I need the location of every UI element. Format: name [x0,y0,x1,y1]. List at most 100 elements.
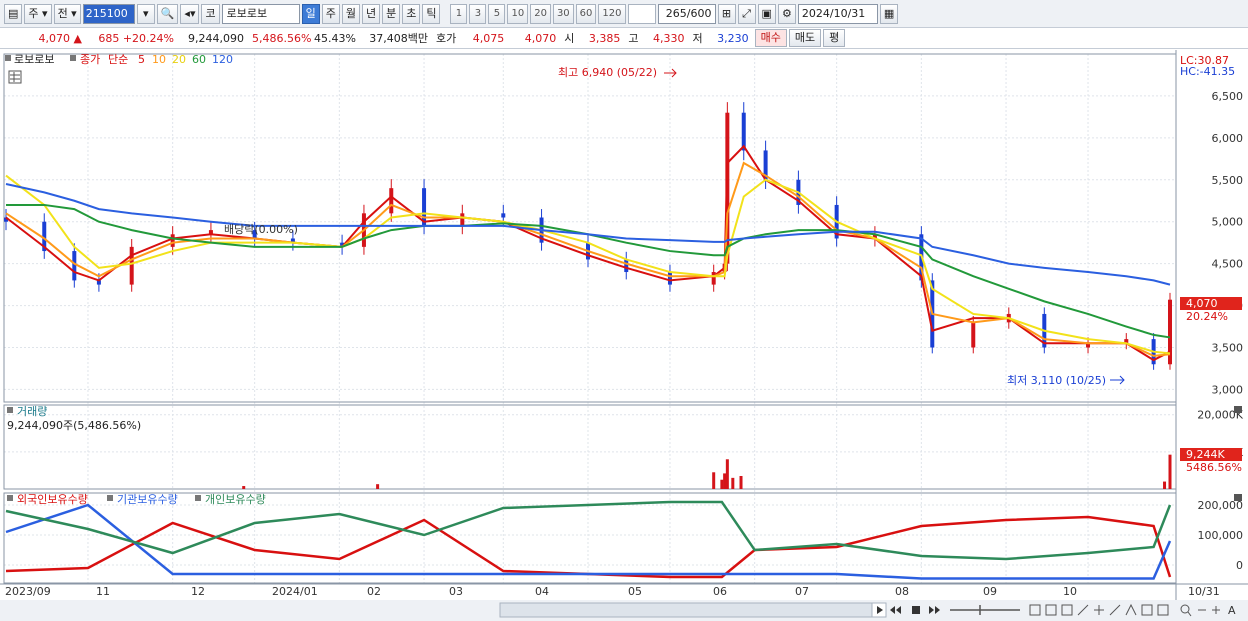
stock-chart[interactable]: 3,0003,5004,0004,5005,0005,5006,0006,500… [0,50,1248,621]
date-label-02: 02 [367,585,381,598]
volume-bar [725,459,729,489]
data-count-field[interactable]: 265/600 [657,3,716,24]
candle-body [741,112,746,151]
stock-name-field[interactable]: 로보로보 [221,3,300,24]
low-label: 저 [692,32,703,45]
price-tick-label: 5,000 [1212,216,1244,229]
period-day[interactable]: 일 [301,3,320,24]
interval-120[interactable]: 120 [598,3,626,24]
open-label: 시 [564,32,575,45]
interval-dropdown[interactable] [627,3,656,24]
interval-5[interactable]: 5 [488,3,506,24]
date-label-04: 04 [535,585,549,598]
market-code-label[interactable]: 코 [201,3,220,24]
save-icon[interactable]: ▣ [757,3,776,24]
candle-body [72,251,77,281]
hc-value: HC:-41.35 [1180,65,1235,78]
volume-bar [739,476,743,489]
holding-tick-label: 0 [1236,559,1243,572]
price-tick-label: 5,500 [1212,174,1244,187]
market-select[interactable]: 주 ▾ [24,3,52,24]
volume-tag-text: 9,244K [1186,448,1225,461]
volume-legend-marker [7,407,13,413]
change-pct: +20.24% [122,31,174,45]
holding-legend-marker-1 [7,495,13,501]
interval-30[interactable]: 30 [552,3,574,24]
layout-icon[interactable]: ▤ [4,3,23,24]
holding-legend-marker-2 [107,495,113,501]
price-tick-label: 6,000 [1212,132,1244,145]
interval-20[interactable]: 20 [530,3,551,24]
candle-body [460,213,465,226]
low-price: 3,230 [717,31,749,45]
period-week[interactable]: 주 [321,3,340,24]
change-value: 685 [98,31,120,45]
candle-body [170,234,175,247]
legend-stock-name: 로보로보 [14,53,54,66]
period-tick[interactable]: 틱 [422,3,441,24]
volume-bar [242,486,246,489]
period-second[interactable]: 초 [402,3,421,24]
interval-3[interactable]: 3 [469,3,487,24]
holding-legend-marker-3 [195,495,201,501]
date-label-2023-09: 2023/09 [5,585,51,598]
high-annotation: 최고 6,940 (05/22) [558,66,657,79]
date-label-2024-01: 2024/01 [272,585,318,598]
date-label-07: 07 [795,585,809,598]
high-price: 4,330 [653,31,685,45]
period-month[interactable]: 월 [341,3,360,24]
legend-individual: 개인보유수량 [205,493,266,506]
prev-select[interactable]: 전 ▾ [53,3,81,24]
interval-10[interactable]: 10 [507,3,529,24]
speaker-icon[interactable]: ◂▾ [180,3,200,24]
high-label: 고 [628,32,639,45]
legend-institution: 기관보유수량 [117,493,178,506]
holding-tick-label: 100,000 [1198,529,1244,542]
candle-body [667,272,672,285]
interval-60[interactable]: 60 [575,3,597,24]
stock-code-input[interactable]: 215100 [82,3,135,24]
gear-icon[interactable]: ⚙ [777,3,796,24]
volume-info: 9,244,090주(5,486.56%) [7,419,141,432]
current-price: 4,070 ▲ [38,31,82,45]
price-tick-label: 6,500 [1212,90,1244,103]
dividend-annotation: 배당락(0.00%) [224,223,298,236]
interval-1[interactable]: 1 [450,3,468,24]
chart-type-icon[interactable]: ⊞ [717,3,736,24]
draw-tool-icon[interactable]: ⤢ [737,3,756,24]
search-icon[interactable]: 🔍 [156,3,179,24]
legend-ma120: 120 [212,53,233,66]
font-a-icon[interactable]: A [1228,604,1236,617]
open-price: 3,385 [588,31,621,45]
eval-button[interactable]: 평 [823,29,846,47]
code-dropdown-icon[interactable]: ▾ [136,3,155,24]
period-year[interactable]: 년 [361,3,381,24]
volume-close-icon[interactable] [1234,406,1242,413]
buy-button[interactable]: 매수 [754,29,787,47]
date-field[interactable]: 2024/10/31 [797,3,878,24]
volume-bar [376,484,380,489]
volume-bar [712,472,716,489]
scrollbar-track[interactable] [499,602,877,618]
volume-bar [1168,454,1172,489]
sell-button[interactable]: 매도 [788,29,822,47]
candle-body [389,188,394,214]
stop-icon[interactable] [912,606,920,614]
calendar-icon[interactable]: ▦ [879,3,899,24]
date-label-08: 08 [895,585,909,598]
last-pct-tag: 20.24% [1186,310,1228,323]
candle-body [501,213,506,218]
period-minute[interactable]: 분 [382,3,401,24]
legend-close: 종가 [80,53,100,66]
date-label-10: 10 [1063,585,1077,598]
date-label-03: 03 [449,585,463,598]
volume-bar [1163,481,1167,489]
volume-bar [720,479,724,489]
volume-value: 9,244,090 [188,31,244,45]
volume-bar [731,477,735,489]
prev-label: 전 [57,6,68,20]
legend-ma20: 20 [172,53,186,66]
table-icon[interactable] [8,70,22,84]
date-label-11: 11 [96,585,110,598]
holding-close-icon[interactable] [1234,494,1242,501]
